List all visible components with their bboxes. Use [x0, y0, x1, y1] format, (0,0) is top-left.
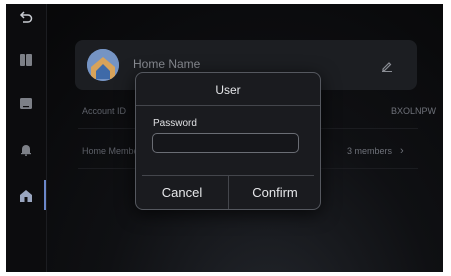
app-screen: Home Name Account ID BXOLNPW Home Member…	[6, 4, 443, 272]
dialog-title-divider	[136, 105, 320, 106]
bell-icon[interactable]	[6, 136, 46, 164]
confirm-button[interactable]: Confirm	[229, 175, 321, 209]
user-password-dialog: User Password Cancel Confirm	[135, 72, 321, 210]
dialog-title: User	[215, 83, 241, 97]
edit-icon[interactable]	[381, 59, 393, 77]
chevron-right-icon[interactable]: ›	[400, 145, 404, 157]
password-label: Password	[153, 118, 197, 129]
book-icon[interactable]	[6, 46, 46, 74]
home-avatar	[87, 49, 119, 81]
active-indicator	[44, 180, 46, 210]
back-icon[interactable]	[6, 4, 46, 32]
password-input[interactable]	[152, 133, 299, 153]
screen-icon[interactable]	[6, 90, 46, 118]
account-id-label: Account ID	[82, 106, 127, 116]
nav-rail	[6, 4, 46, 272]
cancel-button[interactable]: Cancel	[136, 175, 228, 209]
home-members-value[interactable]: 3 members	[312, 146, 392, 156]
rail-divider	[46, 4, 47, 272]
account-id-value: BXOLNPW	[390, 106, 436, 116]
home-name-field[interactable]: Home Name	[133, 57, 200, 71]
home-icon[interactable]	[6, 182, 46, 210]
